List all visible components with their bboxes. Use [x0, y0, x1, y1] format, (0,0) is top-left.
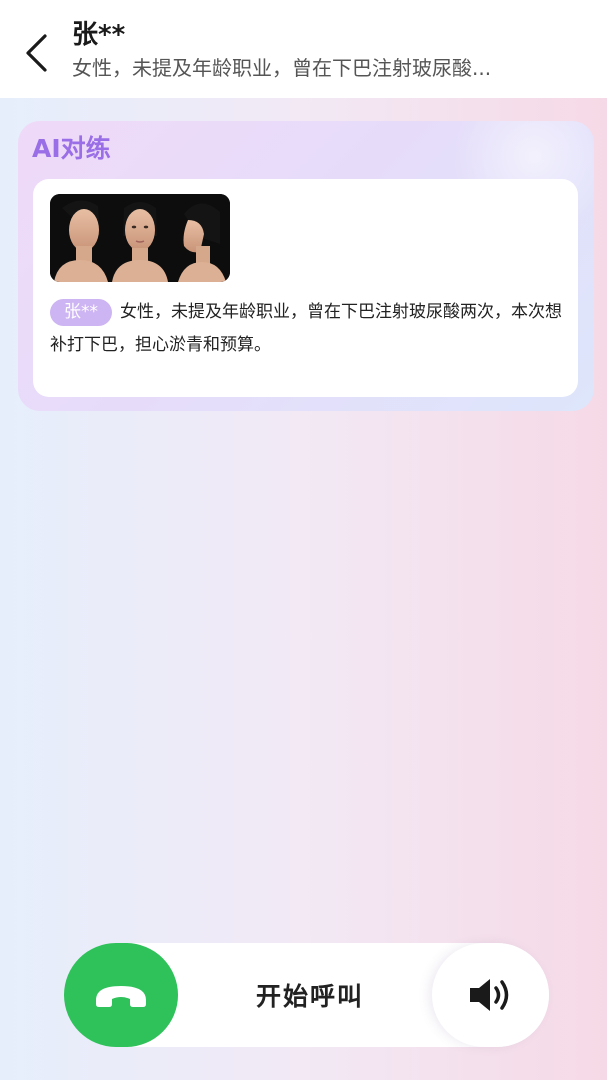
persona-description: 女性，未提及年龄职业，曾在下巴注射玻尿酸两次，本次想补打下巴，担心淤青和预算。	[50, 302, 562, 355]
back-button[interactable]	[14, 28, 58, 78]
face-right	[178, 203, 226, 282]
persona-card: 张** 女性，未提及年龄职业，曾在下巴注射玻尿酸两次，本次想补打下巴，担心淤青和预…	[33, 179, 578, 397]
phone-icon	[96, 986, 146, 1007]
ai-practice-title: AI对练	[32, 134, 111, 163]
speaker-toggle-button[interactable]	[432, 943, 549, 1047]
persona-name-tag: 张**	[50, 299, 112, 326]
persona-description-block: 张** 女性，未提及年龄职业，曾在下巴注射玻尿酸两次，本次想补打下巴，担心淤青和预…	[50, 296, 565, 362]
persona-face-photos	[50, 194, 230, 282]
start-call-label[interactable]: 开始呼叫	[210, 943, 410, 1047]
page-subtitle: 女性，未提及年龄职业，曾在下巴注射玻尿酸...	[72, 56, 492, 80]
speaker-icon	[469, 979, 508, 1011]
ai-practice-card: AI对练 张** 女性，未提及年龄职业，曾在下巴注射玻尿酸两次，本次想补打下巴，…	[18, 121, 594, 411]
start-call-button[interactable]	[64, 943, 178, 1047]
chevron-left-icon	[26, 34, 47, 72]
app-header: 张** 女性，未提及年龄职业，曾在下巴注射玻尿酸...	[0, 0, 607, 98]
page-title: 张**	[72, 20, 126, 50]
